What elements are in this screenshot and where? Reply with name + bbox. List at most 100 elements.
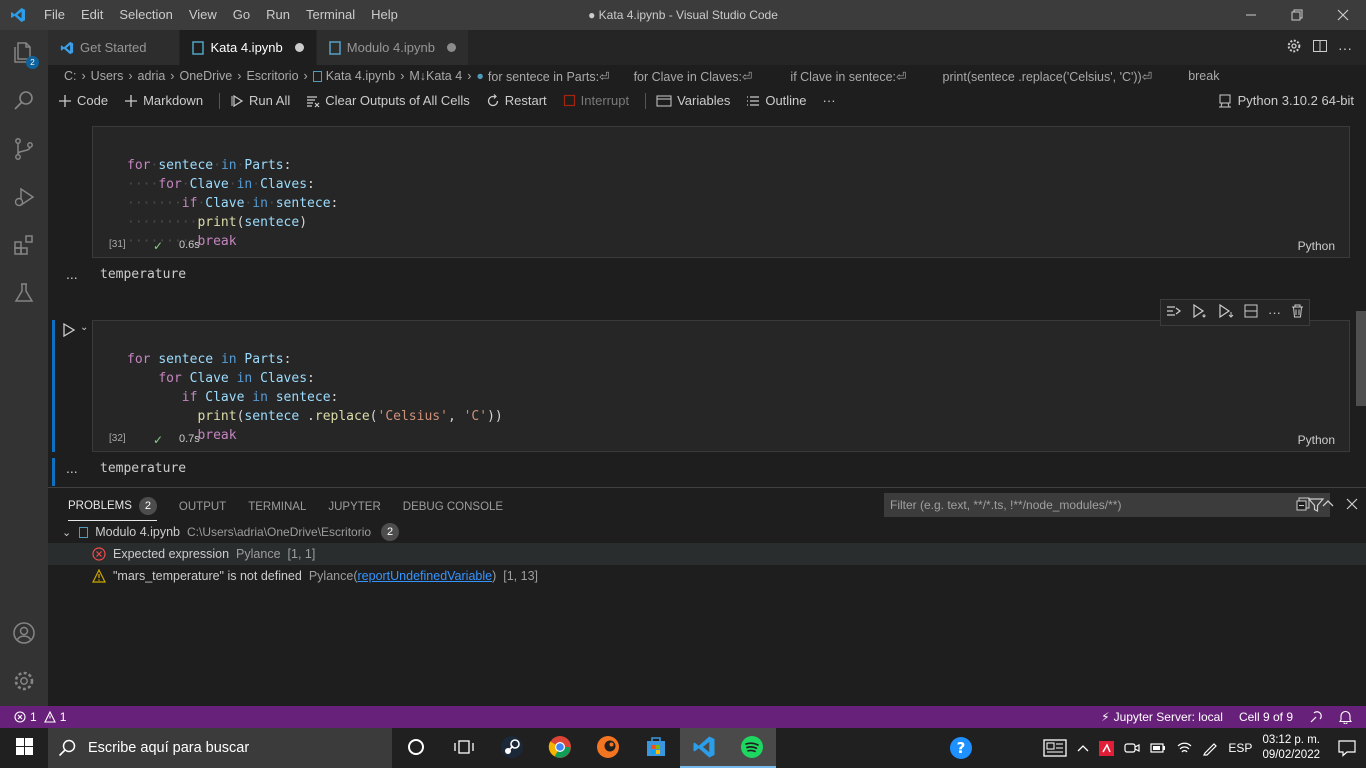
breadcrumb-item[interactable]: Users bbox=[91, 69, 124, 83]
unsaved-dot-icon[interactable] bbox=[294, 43, 304, 52]
cell-code[interactable]: for sentece in Parts: for Clave in Clave… bbox=[127, 331, 503, 445]
taskbar-app-store[interactable] bbox=[632, 728, 680, 768]
problems-filter-input[interactable]: Filter (e.g. text, **/*.ts, !**/node_mod… bbox=[884, 493, 1330, 517]
breadcrumb-symbol[interactable]: if Clave in sentece:⏎ bbox=[790, 69, 906, 84]
code-cell[interactable]: for sentece in Parts: for Clave in Clave… bbox=[92, 320, 1350, 452]
cell-position[interactable]: Cell 9 of 9 bbox=[1239, 710, 1293, 724]
breadcrumb-item[interactable]: M↓Kata 4 bbox=[409, 69, 462, 83]
cell-language[interactable]: Python bbox=[1298, 433, 1335, 447]
tab-kata-4[interactable]: Kata 4.ipynb bbox=[180, 30, 317, 65]
pen-icon[interactable] bbox=[1202, 740, 1218, 756]
feedback-icon[interactable] bbox=[1309, 710, 1323, 724]
taskbar-app-steam[interactable] bbox=[488, 728, 536, 768]
breadcrumb-symbol[interactable]: break bbox=[1188, 69, 1219, 83]
chevron-up-icon[interactable] bbox=[1077, 744, 1089, 752]
restart-kernel-button[interactable]: Restart bbox=[486, 93, 547, 108]
variables-button[interactable]: Variables bbox=[656, 93, 730, 108]
collapse-all-icon[interactable] bbox=[1296, 497, 1310, 514]
menu-go[interactable]: Go bbox=[225, 0, 258, 30]
menu-terminal[interactable]: Terminal bbox=[298, 0, 363, 30]
add-markdown-cell-button[interactable]: Markdown bbox=[124, 93, 203, 108]
extensions-button[interactable] bbox=[0, 222, 48, 270]
tab-modulo-4[interactable]: Modulo 4.ipynb bbox=[316, 30, 469, 65]
amd-icon[interactable] bbox=[1099, 740, 1115, 756]
execute-cell-and-below-icon[interactable] bbox=[1192, 303, 1208, 321]
outline-button[interactable]: Outline bbox=[746, 93, 807, 108]
breadcrumb-item[interactable]: for sentece in Parts:⏎ bbox=[488, 69, 610, 84]
menu-selection[interactable]: Selection bbox=[111, 0, 180, 30]
rule-link[interactable]: reportUndefinedVariable bbox=[358, 569, 493, 583]
breadcrumb-item[interactable]: OneDrive bbox=[179, 69, 232, 83]
tab-get-started[interactable]: Get Started bbox=[48, 30, 181, 65]
taskbar-app-crunchyroll[interactable] bbox=[584, 728, 632, 768]
search-button[interactable] bbox=[0, 78, 48, 126]
tab-output[interactable]: OUTPUT bbox=[179, 497, 226, 521]
split-editor-icon[interactable] bbox=[1312, 38, 1328, 57]
problems-status[interactable]: 1 1 bbox=[0, 710, 66, 724]
taskbar-app-spotify[interactable] bbox=[728, 728, 776, 768]
menu-view[interactable]: View bbox=[181, 0, 225, 30]
jupyter-server-status[interactable]: ⚡ Jupyter Server: local bbox=[1101, 710, 1223, 724]
menu-run[interactable]: Run bbox=[258, 0, 298, 30]
more-actions-icon[interactable]: ··· bbox=[1338, 40, 1352, 56]
breadcrumb-item[interactable]: Kata 4.ipynb bbox=[326, 69, 396, 83]
run-all-button[interactable]: Run All bbox=[230, 93, 290, 108]
add-code-cell-button[interactable]: Code bbox=[58, 93, 108, 108]
chevron-down-icon[interactable]: ⌄ bbox=[62, 526, 71, 539]
breadcrumb-item[interactable]: adria bbox=[138, 69, 166, 83]
problem-row[interactable]: "mars_temperature" is not defined Pylanc… bbox=[48, 565, 1366, 587]
taskbar-clock[interactable]: 03:12 p. m. 09/02/2022 bbox=[1262, 733, 1320, 763]
breadcrumb-symbol[interactable]: print(sentece .replace('Celsius', 'C'))⏎ bbox=[943, 69, 1153, 84]
taskbar-search-box[interactable]: Escribe aquí para buscar bbox=[48, 728, 392, 768]
notifications-bell-icon[interactable] bbox=[1339, 710, 1352, 724]
tab-jupyter[interactable]: JUPYTER bbox=[328, 497, 380, 521]
execute-below-icon[interactable] bbox=[1218, 303, 1234, 321]
task-view-button[interactable] bbox=[440, 728, 488, 768]
breadcrumb-item[interactable]: C: bbox=[64, 69, 77, 83]
cortana-button[interactable] bbox=[392, 728, 440, 768]
wifi-icon[interactable] bbox=[1176, 741, 1192, 755]
run-debug-button[interactable] bbox=[0, 174, 48, 222]
settings-gear-icon[interactable] bbox=[1286, 38, 1302, 57]
problems-file-row[interactable]: ⌄ Modulo 4.ipynb C:\Users\adria\OneDrive… bbox=[48, 521, 1366, 543]
cell-language[interactable]: Python bbox=[1298, 239, 1335, 253]
source-control-button[interactable] bbox=[0, 126, 48, 174]
meet-now-icon[interactable] bbox=[1124, 741, 1141, 755]
output-more-button[interactable]: ... bbox=[66, 266, 78, 282]
tab-problems[interactable]: PROBLEMS 2 bbox=[68, 497, 157, 521]
unsaved-dot-icon[interactable] bbox=[446, 43, 456, 52]
toolbar-more-button[interactable]: ··· bbox=[823, 93, 836, 108]
chevron-down-icon[interactable]: ⌄ bbox=[80, 322, 88, 333]
breadcrumb-symbol[interactable]: for Clave in Claves:⏎ bbox=[634, 69, 753, 84]
problem-row[interactable]: Expected expression Pylance [1, 1] bbox=[48, 543, 1366, 565]
menu-file[interactable]: File bbox=[36, 0, 73, 30]
taskbar-app-chrome[interactable] bbox=[536, 728, 584, 768]
delete-cell-icon[interactable] bbox=[1291, 304, 1304, 321]
battery-icon[interactable] bbox=[1150, 742, 1166, 754]
news-icon[interactable] bbox=[1043, 739, 1068, 757]
tab-terminal[interactable]: TERMINAL bbox=[248, 497, 306, 521]
cell-more-icon[interactable]: ··· bbox=[1268, 305, 1281, 320]
restore-button[interactable] bbox=[1274, 0, 1320, 30]
taskbar-app-vscode[interactable] bbox=[680, 728, 728, 768]
output-more-button[interactable]: ... bbox=[66, 460, 78, 476]
close-panel-icon[interactable] bbox=[1346, 498, 1358, 513]
code-cell[interactable]: for·sentece·in·Parts: ····for·Clave·in·C… bbox=[92, 126, 1350, 258]
split-cell-icon[interactable] bbox=[1244, 304, 1258, 321]
start-button[interactable] bbox=[0, 728, 48, 768]
execute-above-icon[interactable] bbox=[1166, 304, 1182, 321]
breadcrumb-item[interactable]: Escritorio bbox=[246, 69, 298, 83]
minimize-button[interactable] bbox=[1228, 0, 1274, 30]
interrupt-kernel-button[interactable]: Interrupt bbox=[563, 93, 629, 108]
menu-edit[interactable]: Edit bbox=[73, 0, 111, 30]
testing-button[interactable] bbox=[0, 270, 48, 318]
cell-code[interactable]: for·sentece·in·Parts: ····for·Clave·in·C… bbox=[127, 137, 338, 251]
explorer-button[interactable]: 2 bbox=[0, 30, 48, 78]
notification-center-icon[interactable] bbox=[1338, 739, 1356, 757]
menu-help[interactable]: Help bbox=[363, 0, 406, 30]
maximize-panel-icon[interactable] bbox=[1322, 498, 1334, 513]
tab-debug-console[interactable]: DEBUG CONSOLE bbox=[403, 497, 503, 521]
manage-button[interactable] bbox=[0, 658, 48, 706]
run-cell-icon[interactable] bbox=[62, 323, 76, 337]
accounts-button[interactable] bbox=[0, 610, 48, 658]
